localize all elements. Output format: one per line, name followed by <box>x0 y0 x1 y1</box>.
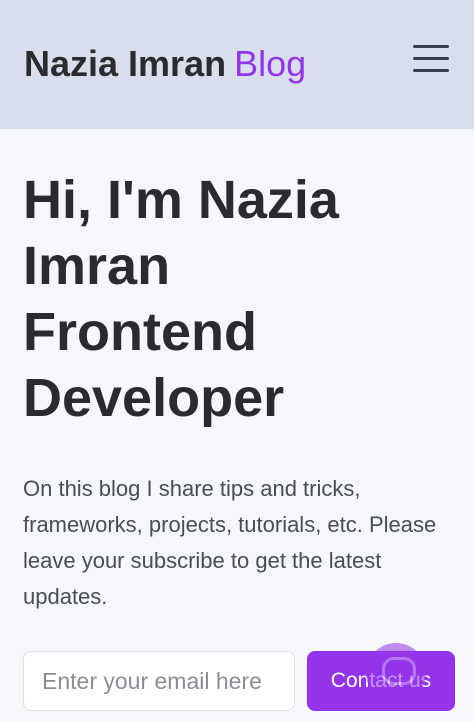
site-header: Nazia Imran Blog <box>0 0 474 129</box>
hero-title-line: Developer <box>23 368 285 428</box>
hero-title-line: Hi, I'm Nazia <box>23 170 339 230</box>
hero-title-line: Imran <box>23 236 171 296</box>
menu-bar <box>413 69 449 72</box>
menu-bar <box>413 45 449 48</box>
hero-title-line: Frontend <box>23 302 257 362</box>
hero-description: On this blog I share tips and tricks, fr… <box>23 476 437 609</box>
brand-accent: Blog <box>234 43 307 84</box>
menu-bar <box>413 57 449 60</box>
email-input[interactable] <box>23 651 295 711</box>
brand-logo[interactable]: Nazia Imran Blog <box>24 43 306 85</box>
chat-bubble-icon[interactable] <box>366 643 426 703</box>
hamburger-menu-icon[interactable] <box>410 42 452 76</box>
brand-name: Nazia Imran <box>24 43 227 84</box>
hero-title: Hi, I'm Nazia Imran Frontend Developer <box>23 167 443 431</box>
